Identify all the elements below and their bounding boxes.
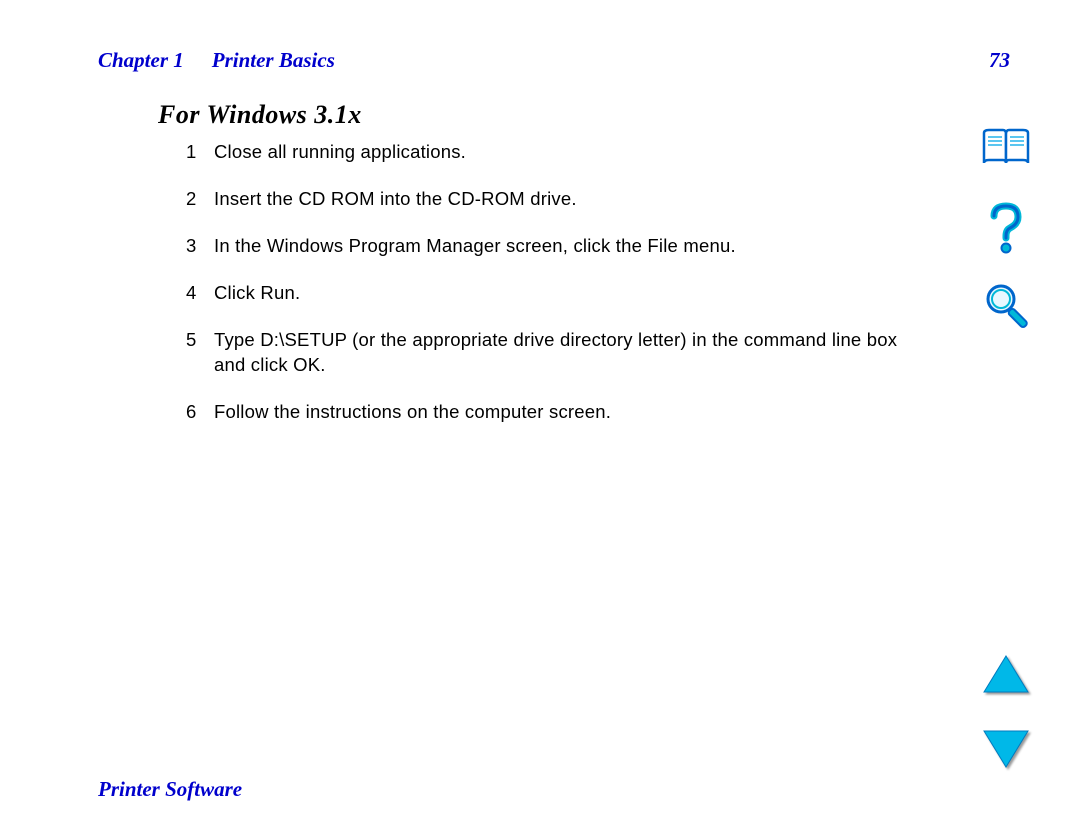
chapter-title: Printer Basics	[212, 48, 335, 73]
page-nav	[978, 654, 1034, 774]
list-item: 4 Click Run.	[186, 281, 916, 306]
list-item: 1 Close all running applications.	[186, 140, 916, 165]
step-number: 4	[186, 281, 214, 306]
step-text: In the Windows Program Manager screen, c…	[214, 234, 916, 259]
step-number: 2	[186, 187, 214, 212]
document-page: Chapter 1 Printer Basics 73 For Windows …	[0, 0, 1080, 834]
step-text: Insert the CD ROM into the CD-ROM drive.	[214, 187, 916, 212]
page-number: 73	[989, 48, 1010, 73]
contents-button[interactable]	[980, 122, 1032, 174]
search-icon	[984, 282, 1028, 334]
list-item: 2 Insert the CD ROM into the CD-ROM driv…	[186, 187, 916, 212]
step-text: Close all running applications.	[214, 140, 916, 165]
step-text: Follow the instructions on the computer …	[214, 400, 916, 425]
step-text: Type D:\SETUP (or the appropriate drive …	[214, 328, 916, 378]
chapter-label: Chapter 1	[98, 48, 184, 73]
page-header: Chapter 1 Printer Basics	[98, 48, 1010, 73]
search-button[interactable]	[980, 282, 1032, 334]
step-number: 6	[186, 400, 214, 425]
sidebar-tools	[978, 122, 1034, 334]
list-item: 5 Type D:\SETUP (or the appropriate driv…	[186, 328, 916, 378]
help-button[interactable]	[980, 202, 1032, 254]
section-heading: For Windows 3.1x	[158, 100, 362, 130]
help-icon	[986, 202, 1026, 254]
instruction-list: 1 Close all running applications. 2 Inse…	[186, 140, 916, 447]
list-item: 6 Follow the instructions on the compute…	[186, 400, 916, 425]
prev-page-button[interactable]	[982, 654, 1030, 699]
list-item: 3 In the Windows Program Manager screen,…	[186, 234, 916, 259]
step-number: 3	[186, 234, 214, 259]
footer-section-title: Printer Software	[98, 777, 242, 802]
page-up-icon	[982, 654, 1030, 694]
step-text: Click Run.	[214, 281, 916, 306]
next-page-button[interactable]	[982, 729, 1030, 774]
step-number: 1	[186, 140, 214, 165]
page-down-icon	[982, 729, 1030, 769]
book-icon	[981, 127, 1031, 169]
step-number: 5	[186, 328, 214, 353]
